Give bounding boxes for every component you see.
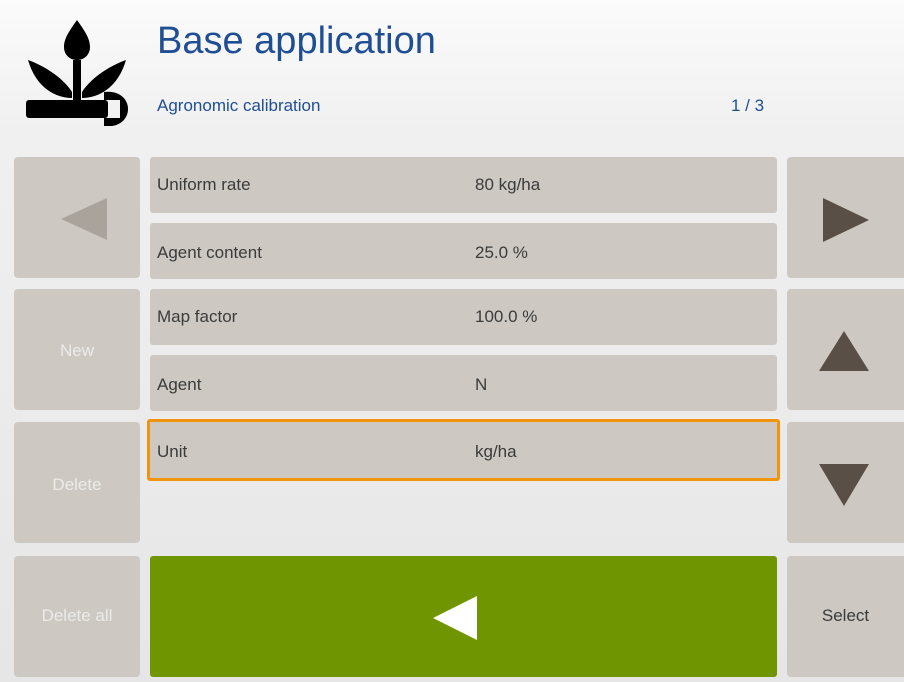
list-item-unit[interactable]: Unit kg/ha (147, 419, 780, 481)
triangle-right-icon (823, 198, 869, 242)
triangle-up-icon (819, 331, 869, 371)
scroll-down-button[interactable] (787, 422, 904, 543)
row-label: Map factor (157, 307, 238, 326)
header: Base application Agronomic calibration 1… (0, 0, 904, 148)
row-value: kg/ha (475, 442, 517, 461)
triangle-down-icon (819, 464, 869, 506)
select-button-label: Select (821, 606, 870, 625)
back-arrow-icon (433, 596, 477, 640)
delete-all-button[interactable]: Delete all (14, 556, 140, 677)
row-value: 25.0 % (475, 243, 528, 262)
list-item-agent-content[interactable]: Agent content 25.0 % (150, 223, 777, 279)
row-label: Uniform rate (157, 175, 251, 194)
triangle-left-icon (61, 198, 107, 240)
next-page-button[interactable] (787, 157, 904, 278)
row-label: Agent (157, 375, 202, 394)
scroll-up-button[interactable] (787, 289, 904, 410)
plant-wrench-icon (26, 20, 128, 126)
previous-page-button[interactable] (14, 157, 140, 278)
page-indicator: 1 / 3 (731, 96, 765, 115)
back-confirm-button[interactable] (150, 556, 777, 677)
row-label: Agent content (157, 243, 262, 262)
row-value: N (475, 375, 488, 394)
select-button[interactable]: Select (787, 556, 904, 677)
delete-button-label: Delete (52, 475, 102, 494)
new-button-label: New (59, 341, 94, 360)
page-title: Base application (157, 20, 436, 62)
delete-all-button-label: Delete all (41, 606, 113, 625)
row-value: 100.0 % (475, 307, 538, 326)
delete-button[interactable]: Delete (14, 422, 140, 543)
new-button[interactable]: New (14, 289, 140, 410)
row-label: Unit (157, 442, 188, 461)
list-item-agent[interactable]: Agent N (150, 355, 777, 411)
page-subtitle: Agronomic calibration (157, 96, 321, 115)
row-value: 80 kg/ha (475, 175, 541, 194)
list-item-map-factor[interactable]: Map factor 100.0 % (150, 289, 777, 345)
list-item-uniform-rate[interactable]: Uniform rate 80 kg/ha (150, 157, 777, 213)
